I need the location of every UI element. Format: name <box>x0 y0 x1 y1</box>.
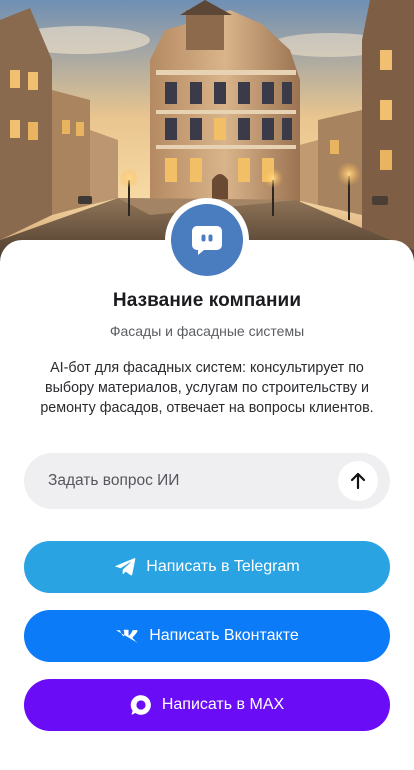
vk-button[interactable]: Написать Вконтакте <box>24 610 390 662</box>
telegram-button[interactable]: Написать в Telegram <box>24 541 390 593</box>
vk-icon <box>115 629 139 643</box>
company-description: AI-бот для фасадных систем: консультируе… <box>40 360 374 416</box>
max-button-label: Написать в MAX <box>161 696 285 713</box>
telegram-icon <box>114 557 136 577</box>
avatar-circle <box>171 204 243 276</box>
company-subtitle: Фасады и фасадные системы <box>109 323 305 339</box>
max-icon <box>130 694 152 716</box>
send-button[interactable] <box>338 461 378 501</box>
avatar <box>165 198 249 282</box>
max-button[interactable]: Написать в MAX <box>24 679 390 731</box>
ask-ai-field <box>24 453 390 509</box>
telegram-button-label: Написать в Telegram <box>146 558 300 575</box>
company-name: Название компании <box>112 290 302 311</box>
vk-button-label: Написать Вконтакте <box>149 627 299 644</box>
chat-bot-icon <box>192 226 222 255</box>
arrow-up-icon <box>350 472 366 490</box>
ask-ai-input[interactable] <box>24 453 334 509</box>
